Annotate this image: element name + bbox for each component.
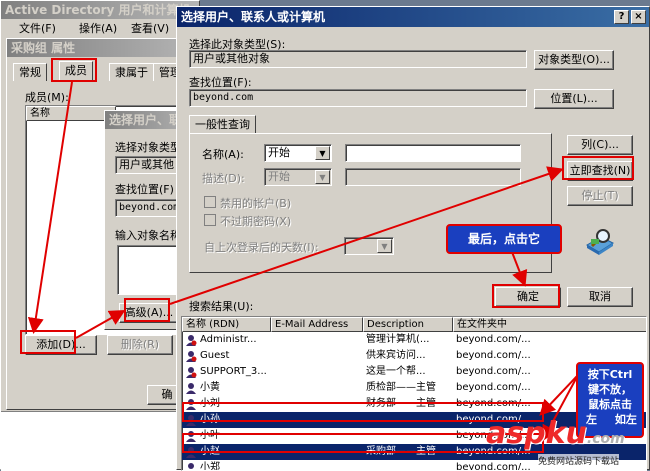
aspku-watermark: aspku.com 免费网站源码下载站 <box>486 416 650 470</box>
watermark-brand: aspku.com <box>486 416 625 451</box>
callout-2-line-1: 按下Ctrl <box>587 368 633 381</box>
callout-2-line-2: 键不放， <box>588 383 632 396</box>
watermark-tagline: 免费网站源码下载站 <box>538 454 620 467</box>
callout-2-line-3: 鼠标点击 <box>588 398 632 411</box>
callout-1-text: 最后，点击它 <box>467 232 540 246</box>
callout-click-it-last: 最后，点击它 <box>446 224 562 254</box>
